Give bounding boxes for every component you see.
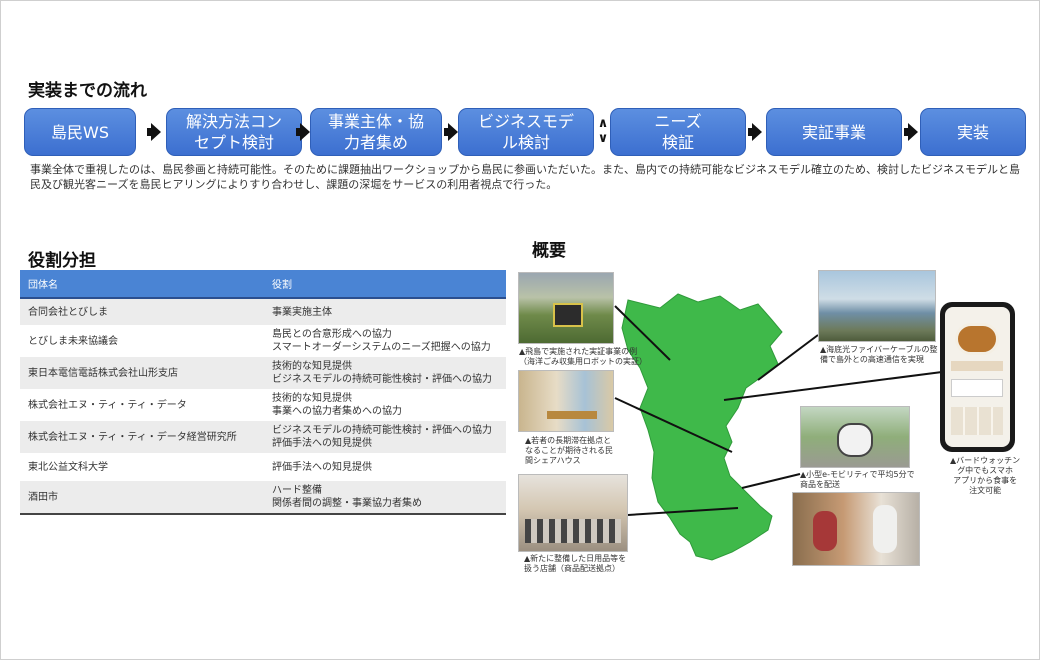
table-header-row: 団体名 役割 — [20, 270, 506, 299]
food-image — [955, 323, 999, 355]
arrow-right-icon — [748, 123, 762, 141]
share-house-photo — [518, 370, 614, 432]
flow-step-label: 島民WS — [51, 122, 109, 142]
roles-title: 役割分担 — [28, 251, 96, 271]
arrow-right-icon — [904, 123, 918, 141]
table-row: とびしま未来協議会 島民との合意形成への協力スマートオーダーシステムのニーズ把握… — [20, 325, 506, 357]
arrow-right-icon — [147, 123, 161, 141]
flow-step-label: 事業主体・協 — [327, 112, 424, 131]
role-line: 評価手法への知見提供 — [272, 461, 372, 473]
loop-arrows-icon: ∧ ∨ — [597, 116, 609, 146]
table-row: 酒田市 ハード整備関係者間の調整・事業協力者集め — [20, 481, 506, 515]
robot-photo — [518, 272, 614, 344]
flow-step-label: セプト検討 — [193, 133, 274, 152]
column-header-org: 団体名 — [20, 270, 264, 299]
flow-title: 実装までの流れ — [28, 81, 147, 101]
person-shape — [873, 505, 897, 553]
org-cell: 株式会社エヌ・ティ・ティ・データ — [20, 389, 264, 421]
role-line: 関係者間の調整・事業協力者集め — [272, 498, 422, 509]
role-line: ビジネスモデルの持続可能性検討・評価への協力 — [272, 374, 492, 385]
flow-step-label: 検証 — [661, 133, 694, 152]
role-line: 事業実施主体 — [272, 306, 332, 318]
caption-mobility: ▲小型e-モビリティで平均5分で 商品を配送 — [800, 470, 915, 489]
island-shape — [621, 293, 783, 561]
org-cell: 酒田市 — [20, 481, 264, 515]
app-screen — [945, 307, 1010, 447]
role-line: 評価手法への知見提供 — [272, 438, 372, 449]
store-photo — [518, 474, 628, 552]
mobility-photo — [800, 406, 910, 468]
table-row: 東北公益文科大学 評価手法への知見提供 — [20, 453, 506, 481]
flow-step-5: ニーズ 検証 — [610, 108, 746, 156]
column-header-role: 役割 — [264, 270, 506, 299]
chat-bubble — [951, 361, 1003, 371]
flow-step-7: 実装 — [920, 108, 1026, 156]
role-cell: ハード整備関係者間の調整・事業協力者集め — [264, 481, 506, 515]
flow-step-3: 事業主体・協 力者集め — [310, 108, 442, 156]
flow-step-label: 力者集め — [343, 133, 408, 152]
role-line: 事業への協力者集めへの協力 — [272, 406, 402, 417]
flow-step-label: ル検討 — [501, 133, 550, 152]
role-cell: 技術的な知見提供事業への協力者集めへの協力 — [264, 389, 506, 421]
robot-shape — [553, 303, 583, 327]
flow-step-2: 解決方法コン セプト検討 — [166, 108, 302, 156]
org-cell: 株式会社エヌ・ティ・ティ・データ経営研究所 — [20, 421, 264, 453]
shelf-shape — [525, 519, 621, 543]
role-cell: 事業実施主体 — [264, 298, 506, 325]
menu-grid — [951, 407, 1003, 435]
table-row: 株式会社エヌ・ティ・ティ・データ経営研究所 ビジネスモデルの持続可能性検討・評価… — [20, 421, 506, 453]
chat-bubble — [951, 379, 1003, 397]
person-shape — [813, 511, 837, 551]
role-line: 島民との合意形成への協力 — [272, 329, 392, 340]
flow-step-1: 島民WS — [24, 108, 136, 156]
org-cell: とびしま未来協議会 — [20, 325, 264, 357]
role-line: スマートオーダーシステムのニーズ把握への協力 — [272, 342, 491, 353]
flow-step-label: ニーズ — [654, 112, 702, 131]
coast-photo — [818, 270, 936, 342]
ev-shape — [837, 423, 873, 457]
flow-description: 事業全体で重視したのは、島民参画と持続可能性。そのために課題抽出ワークショップか… — [30, 163, 1020, 191]
table-row: 株式会社エヌ・ティ・ティ・データ 技術的な知見提供事業への協力者集めへの協力 — [20, 389, 506, 421]
caption-fiber: ▲海底光ファイバーケーブルの整 備で島外との高速通信を実現 — [820, 345, 938, 364]
flow-step-label: 実証事業 — [801, 122, 866, 142]
org-cell: 合同会社とびしま — [20, 298, 264, 325]
caption-store: ▲新たに整備した日用品等を 扱う店舗（商品配送拠点） — [524, 554, 627, 573]
caption-app: ▲バードウォッチン グ中でもスマホ アプリから食事を 注文可能 — [950, 456, 1021, 495]
table-row: 合同会社とびしま 事業実施主体 — [20, 298, 506, 325]
people-photo — [792, 492, 920, 566]
table-row: 東日本電信電話株式会社山形支店 技術的な知見提供ビジネスモデルの持続可能性検討・… — [20, 357, 506, 389]
role-cell: 評価手法への知見提供 — [264, 453, 506, 481]
process-flow: 島民WS 解決方法コン セプト検討 事業主体・協 力者集め ビジネスモデ ル検討 ∧ ∨… — [24, 108, 1026, 156]
flow-step-label: 解決方法コン — [185, 112, 282, 131]
flow-step-6: 実証事業 — [766, 108, 902, 156]
table-shape — [547, 411, 597, 419]
org-cell: 東北公益文科大学 — [20, 453, 264, 481]
island-map — [621, 293, 783, 561]
flow-step-label: 実装 — [956, 122, 989, 142]
org-cell: 東日本電信電話株式会社山形支店 — [20, 357, 264, 389]
roles-table: 団体名 役割 合同会社とびしま 事業実施主体 とびしま未来協議会 島民との合意形… — [20, 270, 506, 515]
role-line: 技術的な知見提供 — [272, 361, 352, 372]
role-cell: ビジネスモデルの持続可能性検討・評価への協力 評価手法への知見提供 — [264, 421, 506, 453]
smartphone-mockup — [940, 302, 1015, 452]
role-line: ハード整備 — [272, 485, 322, 496]
role-cell: 島民との合意形成への協力スマートオーダーシステムのニーズ把握への協力 — [264, 325, 506, 357]
caption-share-house: ▲若者の長期滞在拠点と なることが期待される民 間シェアハウス — [525, 436, 613, 465]
caption-robot: ▲飛島で実施された実証事業の例 （海洋ごみ収集用ロボットの実証） — [519, 347, 647, 366]
overview-title: 概要 — [532, 241, 566, 261]
flow-step-4: ビジネスモデ ル検討 — [458, 108, 594, 156]
role-line: 技術的な知見提供 — [272, 393, 352, 404]
arrow-right-icon — [444, 123, 458, 141]
flow-step-label: ビジネスモデ — [477, 112, 574, 131]
arrow-right-icon — [296, 123, 310, 141]
role-line: ビジネスモデルの持続可能性検討・評価への協力 — [272, 425, 492, 436]
role-cell: 技術的な知見提供ビジネスモデルの持続可能性検討・評価への協力 — [264, 357, 506, 389]
